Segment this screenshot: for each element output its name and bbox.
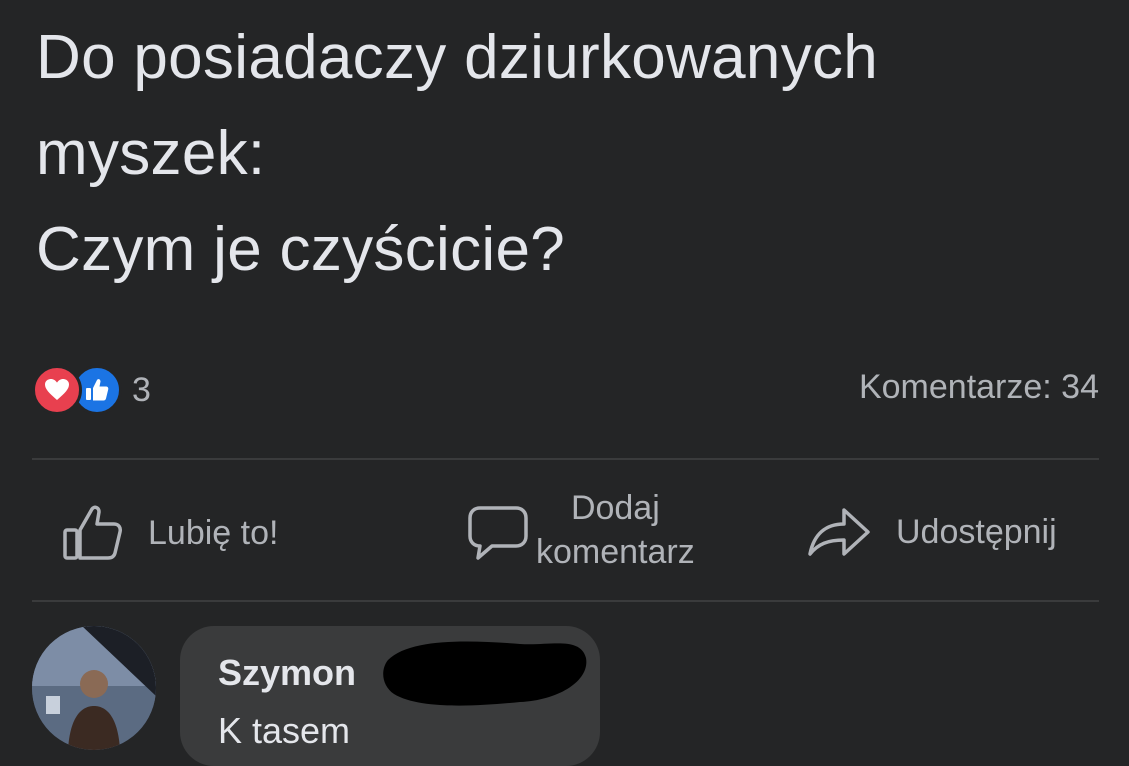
share-button[interactable]: Udostępnij [806, 504, 1057, 560]
post-text: Do posiadaczy dziurkowanych myszek: Czym… [36, 10, 1096, 298]
like-button[interactable]: Lubię to! [62, 504, 278, 562]
divider [32, 458, 1099, 460]
redaction-scribble [383, 641, 587, 706]
comment-body: K tasem [218, 710, 351, 751]
avatar[interactable] [32, 626, 156, 750]
reactions-summary[interactable]: 3 [32, 362, 151, 418]
comment-button[interactable]: Dodaj komentarz [466, 486, 695, 574]
divider [32, 600, 1099, 602]
comment-label: Dodaj komentarz [536, 489, 695, 571]
reaction-count: 3 [132, 370, 151, 409]
post-text-line-1: Do posiadaczy dziurkowanych [36, 23, 879, 92]
comment-bubble: Szymon K tasem [180, 626, 600, 766]
share-label: Udostępnij [896, 512, 1057, 551]
comments-count-link[interactable]: Komentarze: 34 [859, 368, 1099, 407]
post-text-line-3: Czym je czyścicie? [36, 215, 566, 284]
comment-author[interactable]: Szymon [218, 652, 356, 694]
thumbs-up-outline-icon [63, 505, 122, 560]
heart-icon [32, 365, 82, 415]
like-label: Lubię to! [148, 513, 279, 552]
speech-bubble-icon [468, 506, 528, 560]
share-arrow-icon [808, 508, 870, 556]
post-text-line-2: myszek: [36, 119, 266, 188]
profile-photo [32, 626, 156, 750]
